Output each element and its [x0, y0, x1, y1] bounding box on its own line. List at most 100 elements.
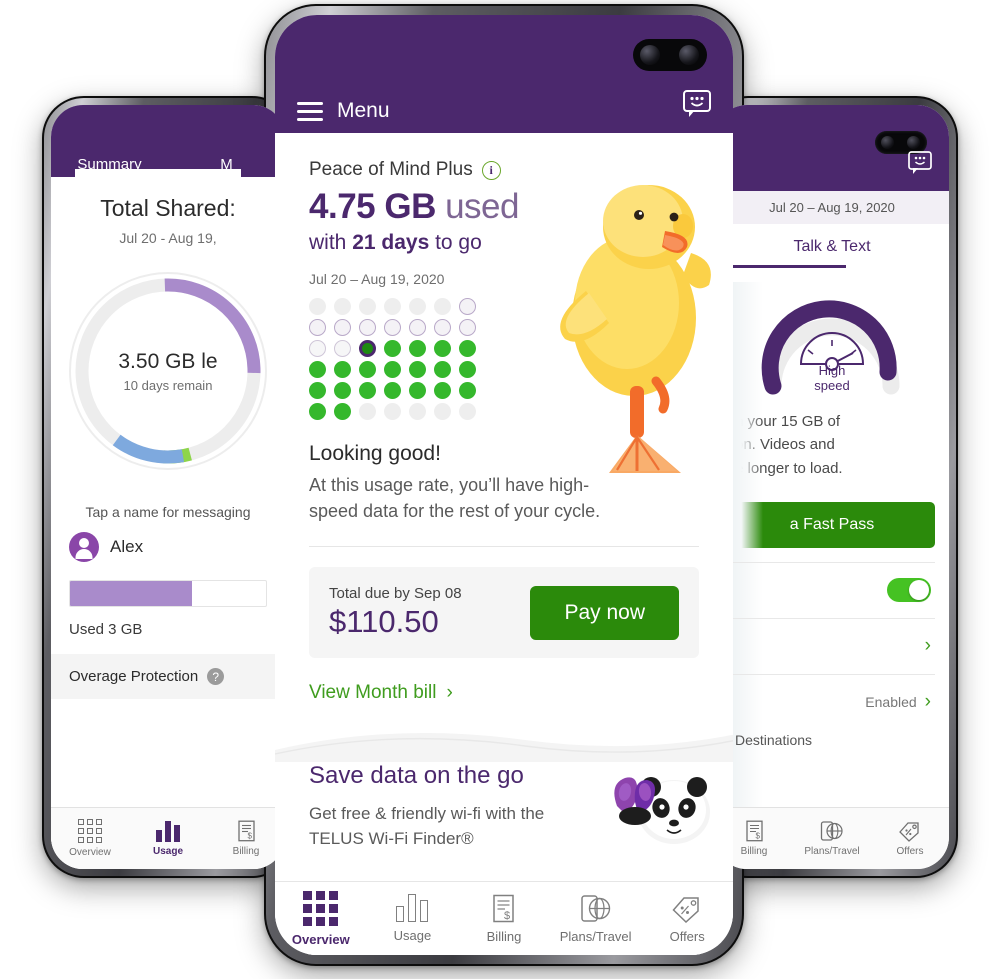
- tab-overview[interactable]: Overview: [51, 819, 129, 858]
- svg-text:$: $: [247, 832, 252, 841]
- dot-day: [409, 298, 426, 315]
- toggle-switch[interactable]: [887, 578, 931, 603]
- tab-billing[interactable]: $ Billing: [207, 820, 285, 857]
- dot-day: [384, 298, 401, 315]
- dot-day: [459, 319, 476, 336]
- dot-day: [309, 382, 326, 399]
- days-suffix: to go: [429, 231, 482, 254]
- usage-amount-suffix: used: [435, 187, 519, 226]
- dot-day: [309, 319, 326, 336]
- tab-overview-label: Overview: [291, 931, 350, 947]
- gauge-label: High speed: [757, 363, 907, 394]
- info-icon[interactable]: i: [481, 160, 501, 180]
- tab-overview-label: Overview: [69, 847, 111, 858]
- left-usage-donut: 3.50 GB le 10 days remain: [53, 256, 283, 486]
- tab-offers[interactable]: Offers: [871, 820, 949, 857]
- tab-plans-travel-label: Plans/Travel: [559, 928, 632, 944]
- tab-overview[interactable]: Overview: [275, 890, 367, 947]
- tab-offers-label: Offers: [896, 846, 924, 857]
- left-usage-bar-track: [69, 580, 267, 607]
- dot-day: [334, 403, 351, 420]
- tab-usage[interactable]: Usage: [129, 820, 207, 857]
- dot-day: [409, 340, 426, 357]
- grid-icon: [303, 890, 339, 926]
- chat-smiley-icon[interactable]: [681, 88, 713, 125]
- usage-amount-row: 4.75 GB used: [309, 187, 699, 227]
- center-tabbar[interactable]: Overview Usage $ Billing Plans/Travel Of…: [275, 881, 733, 955]
- wave-divider: [275, 716, 733, 763]
- dot-day: [434, 319, 451, 336]
- dot-day: [459, 382, 476, 399]
- menu-label: Menu: [337, 99, 390, 122]
- dot-day: [309, 403, 326, 420]
- center-usage-section: Peace of Mind Plus i 4.75 GB used with 2…: [275, 133, 733, 524]
- right-tab-strip[interactable]: Talk & Text: [715, 224, 949, 268]
- dot-day: [334, 298, 351, 315]
- left-tabbar[interactable]: Overview Usage $ Billing: [51, 807, 285, 869]
- dot-day: [334, 319, 351, 336]
- view-bill-link[interactable]: View Month bill ›: [309, 682, 699, 704]
- tab-offers-label: Offers: [669, 928, 705, 944]
- left-person-row[interactable]: Alex: [51, 520, 285, 566]
- enabled-row[interactable]: Enabled ›: [729, 673, 935, 730]
- left-tap-hint: Tap a name for messaging: [85, 504, 251, 520]
- daily-usage-dot-grid: [309, 298, 699, 420]
- chat-smiley-icon[interactable]: [907, 150, 933, 181]
- tab-plans-travel[interactable]: Plans/Travel: [793, 820, 871, 857]
- pay-now-button[interactable]: Pay now: [530, 585, 679, 640]
- bill-info: Total due by Sep 08 $110.50: [329, 585, 462, 640]
- phone-globe-icon: [820, 821, 843, 841]
- tags-icon: [899, 822, 919, 842]
- toggle-row[interactable]: [729, 561, 935, 618]
- left-donut-days: 10 days remain: [123, 377, 213, 393]
- bar-chart-icon: [396, 894, 429, 922]
- hamburger-icon: [297, 101, 323, 121]
- left-page-title: Total Shared:: [100, 195, 236, 221]
- promo-body: Get free & friendly wi-fi with the TELUS…: [309, 804, 545, 848]
- right-phone-screen: Jul 20 – Aug 19, 2020 Talk & Text High s…: [715, 105, 949, 869]
- camera-cutout: [633, 39, 707, 71]
- destinations-label: Destinations: [735, 731, 813, 748]
- menu-button[interactable]: Menu: [297, 99, 390, 123]
- dot-day: [459, 340, 476, 357]
- left-usage-bar-fill: [70, 581, 192, 606]
- dot-day: [409, 382, 426, 399]
- left-overage-row[interactable]: Overage Protection ?: [51, 654, 285, 699]
- right-tab-underline: [715, 265, 847, 268]
- left-app-header: Summary M: [51, 105, 285, 185]
- dot-day: [309, 340, 326, 357]
- tab-plans-travel[interactable]: Plans/Travel: [550, 894, 642, 944]
- help-icon[interactable]: ?: [207, 668, 225, 685]
- dot-day: [434, 382, 451, 399]
- right-date-range: Jul 20 – Aug 19, 2020: [715, 191, 949, 224]
- dot-day: [434, 298, 451, 315]
- svg-text:$: $: [504, 910, 510, 922]
- promo-section[interactable]: Save data on the go Get free & friendly …: [275, 762, 733, 851]
- left-donut-remaining: 3.50 GB le: [118, 349, 218, 373]
- dot-day: [334, 361, 351, 378]
- left-usage-bar: [51, 566, 285, 607]
- right-app-header: [715, 105, 949, 191]
- panda-illustration: [614, 777, 710, 845]
- tab-usage[interactable]: Usage: [367, 894, 459, 943]
- tab-plans-travel-label: Plans/Travel: [804, 846, 860, 857]
- right-tabbar[interactable]: $ Billing Plans/Travel Offers: [715, 807, 949, 869]
- speed-gauge: High speed: [757, 282, 907, 398]
- svg-text:$: $: [755, 832, 760, 841]
- tab-billing[interactable]: $ Billing: [458, 894, 550, 944]
- right-tab-talk-text[interactable]: Talk & Text: [793, 238, 870, 255]
- plan-name: Peace of Mind Plus: [309, 159, 473, 180]
- dot-day: [409, 361, 426, 378]
- dot-day: [359, 319, 376, 336]
- dot-day: [459, 403, 476, 420]
- tab-offers[interactable]: Offers: [641, 894, 733, 944]
- left-phone-screen: Summary M Total Shared: Jul 20 - Aug 19,: [51, 105, 285, 869]
- screenshot-root: Summary M Total Shared: Jul 20 - Aug 19,: [0, 0, 1000, 979]
- chevron-right-icon: ›: [924, 691, 931, 713]
- dot-day: [459, 361, 476, 378]
- bill-card: Total due by Sep 08 $110.50 Pay now: [309, 567, 699, 659]
- chevron-row[interactable]: ›: [729, 617, 935, 674]
- left-donut-center: 3.50 GB le 10 days remain: [53, 256, 283, 486]
- dot-day: [334, 382, 351, 399]
- dot-day: [359, 361, 376, 378]
